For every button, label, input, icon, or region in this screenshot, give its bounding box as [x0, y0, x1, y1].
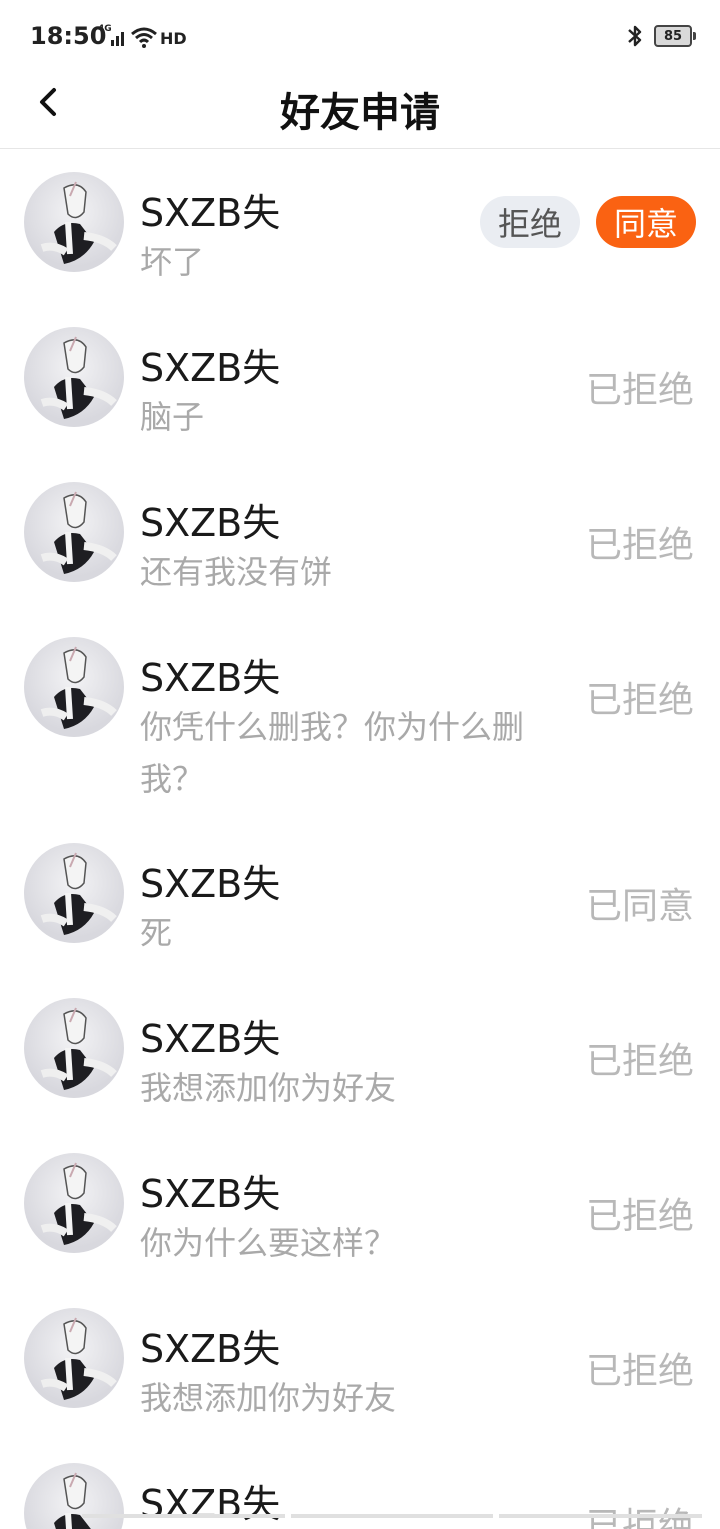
request-status: 已拒绝 — [585, 1506, 694, 1529]
avatar[interactable] — [24, 1308, 124, 1408]
reject-button[interactable]: 拒绝 — [480, 196, 580, 248]
bluetooth-icon — [628, 25, 642, 47]
battery-icon: 85 — [654, 25, 696, 47]
request-message: 死 — [140, 914, 173, 952]
request-status: 已同意 — [585, 886, 694, 927]
avatar-illustration — [40, 181, 117, 264]
avatar[interactable] — [24, 843, 124, 943]
requester-name: SXZB失 — [140, 1172, 281, 1216]
request-item[interactable]: SXZB失 死 已同意 — [0, 819, 720, 974]
avatar-illustration — [40, 646, 117, 729]
avatar-illustration — [40, 336, 117, 419]
request-item[interactable]: SXZB失 我想添加你为好友 已拒绝 — [0, 974, 720, 1129]
request-message: 脑子 — [140, 398, 205, 436]
requester-name: SXZB失 — [140, 191, 281, 235]
status-bar: 18:50 4G HD 85 — [0, 0, 720, 70]
battery-level: 85 — [663, 28, 683, 44]
requester-name: SXZB失 — [140, 1327, 281, 1371]
network-type: 4G — [98, 24, 112, 34]
request-item[interactable]: SXZB失 还有我没有饼 已拒绝 — [0, 458, 720, 613]
requester-name: SXZB失 — [140, 346, 281, 390]
avatar-illustration — [40, 1162, 117, 1245]
status-icons-left: 4G — [98, 24, 158, 48]
request-status: 已拒绝 — [585, 680, 694, 721]
requester-name: SXZB失 — [140, 501, 281, 545]
avatar[interactable] — [24, 172, 124, 272]
avatar[interactable] — [24, 327, 124, 427]
accept-button[interactable]: 同意 — [596, 196, 696, 248]
hd-indicator: HD — [160, 29, 187, 48]
avatar-illustration — [40, 1317, 117, 1400]
request-status: 已拒绝 — [585, 1196, 694, 1237]
request-message: 我想添加你为好友 — [140, 1069, 397, 1107]
requester-name: SXZB失 — [140, 656, 281, 700]
app-header: 好友申请 — [0, 70, 720, 149]
page-title: 好友申请 — [280, 90, 440, 136]
requester-name: SXZB失 — [140, 1017, 281, 1061]
request-status: 已拒绝 — [585, 1351, 694, 1392]
friend-request-list: SXZB失 坏了 拒绝 同意 SXZB失 脑子 已拒绝 SXZB失 还有我没有饼… — [0, 148, 720, 1529]
status-icons-right: 85 — [626, 24, 696, 48]
avatar[interactable] — [24, 998, 124, 1098]
cell-signal-icon: 4G — [98, 24, 124, 48]
avatar-illustration — [40, 1007, 117, 1090]
bottom-nav-hint — [82, 1514, 703, 1520]
avatar[interactable] — [24, 637, 124, 737]
request-item[interactable]: SXZB失 坏了 拒绝 同意 — [0, 148, 720, 303]
request-message: 我想添加你为好友 — [140, 1379, 397, 1417]
request-message: 你为什么要这样？ — [140, 1224, 397, 1262]
wifi-icon — [131, 27, 157, 48]
request-item[interactable]: SXZB失 我想添加你为好友 已拒绝 — [0, 1284, 720, 1439]
requester-name: SXZB失 — [140, 862, 281, 906]
avatar-illustration — [40, 491, 117, 574]
request-message: 还有我没有饼 — [140, 553, 333, 591]
request-item[interactable]: SXZB失 你为什么要这样？ 已拒绝 — [0, 1129, 720, 1284]
request-item[interactable]: SXZB失 脑子 已拒绝 — [0, 303, 720, 458]
avatar[interactable] — [24, 482, 124, 582]
avatar-illustration — [40, 852, 117, 935]
avatar[interactable] — [24, 1153, 124, 1253]
request-status: 已拒绝 — [585, 525, 694, 566]
request-item[interactable]: SXZB失 你凭什么删我？你为什么删我？ 已拒绝 — [0, 613, 720, 819]
request-status: 已拒绝 — [585, 1041, 694, 1082]
status-time: 18:50 — [30, 22, 107, 50]
request-status: 已拒绝 — [585, 370, 694, 411]
request-message: 你凭什么删我？你为什么删我？ — [140, 708, 525, 798]
